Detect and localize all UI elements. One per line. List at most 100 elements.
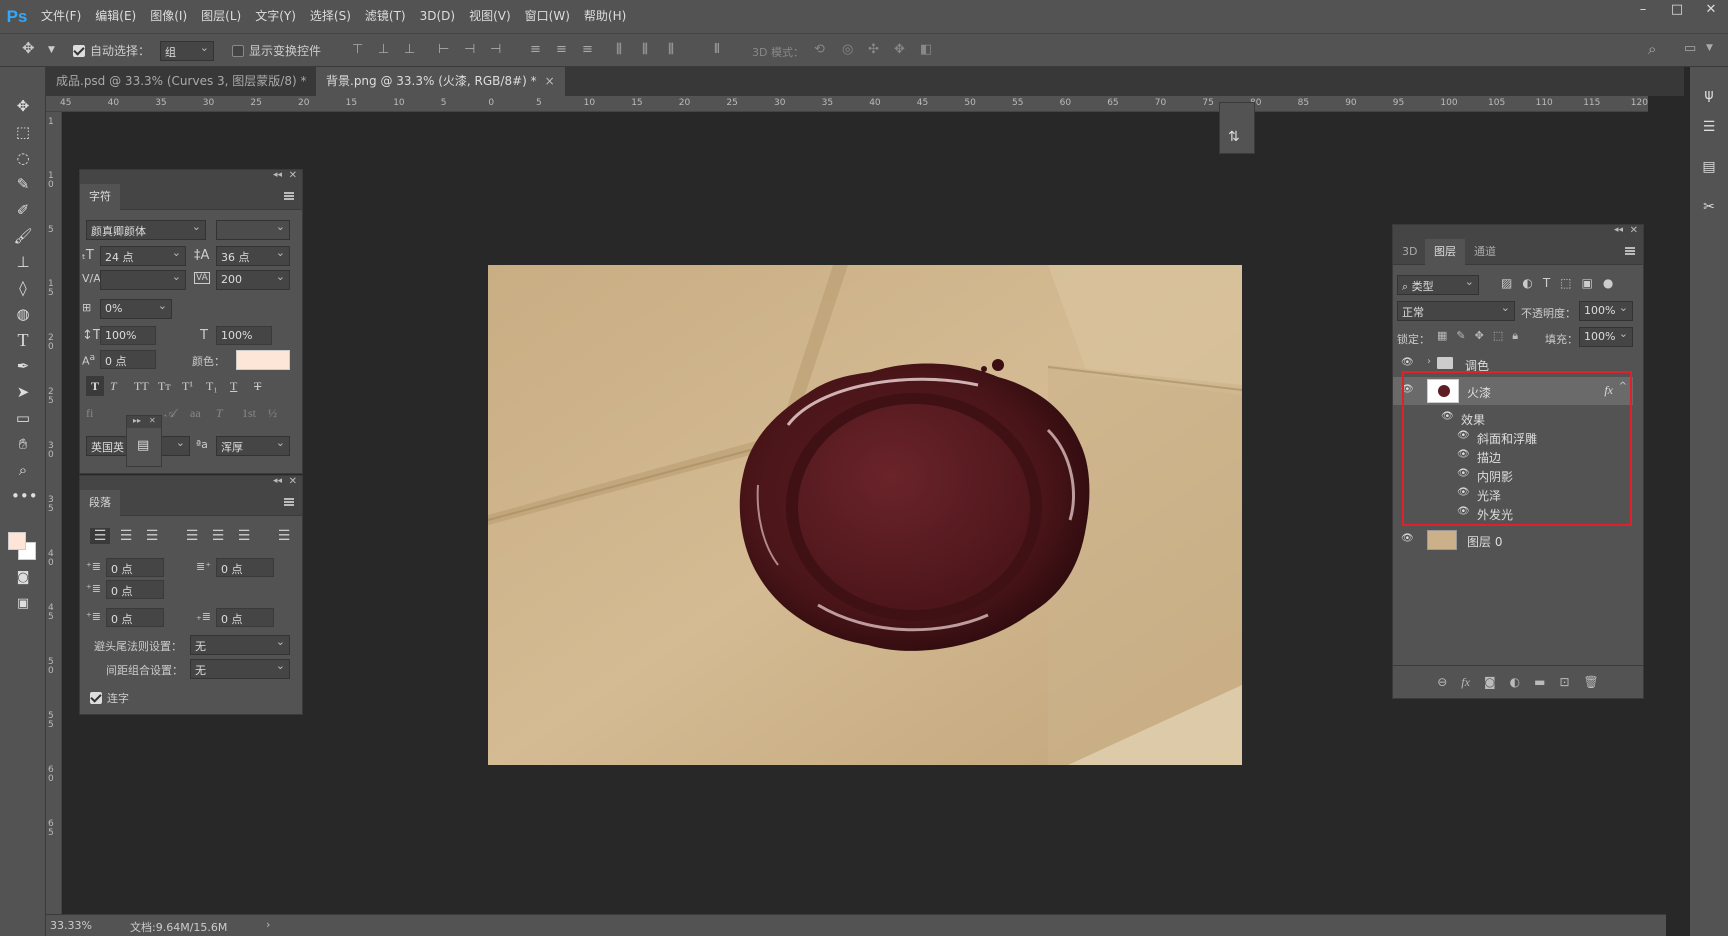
3d-rotate-icon[interactable]: ⟲: [814, 42, 825, 57]
wax-seal-image[interactable]: [488, 265, 1242, 765]
eyedropper-tool-icon[interactable]: ✐: [11, 199, 35, 221]
panel-menu-icon[interactable]: [1625, 247, 1635, 255]
align-vcenter-icon[interactable]: ⊥: [378, 42, 389, 57]
menu-image[interactable]: 图像(I): [143, 0, 194, 33]
3d-pan-icon[interactable]: ✣: [868, 42, 879, 57]
leading-dropdown[interactable]: 36 点: [216, 246, 290, 266]
auto-select-checkbox[interactable]: 自动选择：: [73, 42, 150, 59]
indent-left-field[interactable]: 0 点: [106, 558, 164, 577]
collapse-icon[interactable]: ◂◂: [273, 476, 282, 486]
rectangle-tool-icon[interactable]: ▭: [11, 407, 35, 429]
show-transform-checkbox[interactable]: 显示变换控件: [232, 42, 321, 59]
swash-icon[interactable]: 𝒜: [164, 406, 182, 428]
link-icon[interactable]: ⊖: [1437, 675, 1447, 689]
chevron-down-icon[interactable]: ▼: [1706, 43, 1713, 53]
foreground-color-swatch[interactable]: [8, 532, 26, 550]
menu-window[interactable]: 窗口(W): [518, 0, 577, 33]
menu-edit[interactable]: 编辑(E): [88, 0, 143, 33]
font-family-dropdown[interactable]: 颜真卿颜体: [86, 220, 206, 240]
tab-document-1[interactable]: 成品.psd @ 33.3% (Curves 3, 图层蒙版/8) *×: [46, 67, 335, 96]
tsume-dropdown[interactable]: 0%: [100, 299, 172, 319]
justify-left-icon[interactable]: ☰: [182, 528, 202, 544]
chevron-right-icon[interactable]: ›: [266, 918, 270, 931]
auto-align-icon[interactable]: ⦀: [714, 42, 720, 57]
panel-menu-icon[interactable]: [284, 192, 294, 200]
hyphenate-checkbox[interactable]: 连字: [90, 690, 129, 706]
eraser-tool-icon[interactable]: ◊: [11, 277, 35, 299]
zoom-tool-icon[interactable]: ⌕: [11, 459, 35, 481]
panel-menu-icon[interactable]: [284, 498, 294, 506]
ordinal-icon[interactable]: 1st: [242, 406, 260, 428]
quick-select-tool-icon[interactable]: ✎: [11, 173, 35, 195]
move-tool-icon[interactable]: ✥: [11, 95, 35, 117]
justify-center-icon[interactable]: ☰: [208, 528, 228, 544]
small-caps-icon[interactable]: Tᴛ: [158, 376, 176, 398]
menu-help[interactable]: 帮助(H): [577, 0, 633, 33]
align-center-icon[interactable]: ☰: [116, 528, 136, 544]
minimize-icon[interactable]: –: [1626, 0, 1660, 22]
tab-document-2[interactable]: 背景.png @ 33.3% (火漆, RGB/8#) * ×: [316, 67, 565, 96]
strikethrough-icon[interactable]: T: [254, 376, 272, 398]
space-after-field[interactable]: 0 点: [216, 608, 274, 627]
maximize-icon[interactable]: □: [1660, 0, 1694, 22]
tools-preset-icon[interactable]: ✂: [1698, 199, 1720, 221]
first-line-indent-field[interactable]: 0 点: [106, 580, 164, 599]
more-tools-icon[interactable]: •••: [11, 485, 38, 507]
3d-roll-icon[interactable]: ◎: [842, 42, 853, 57]
fill-dropdown[interactable]: 100%: [1579, 327, 1633, 347]
align-bottom-icon[interactable]: ⊥: [404, 42, 415, 57]
hand-tool-icon[interactable]: ✋︎: [11, 433, 35, 455]
superscript-icon[interactable]: T¹: [182, 376, 200, 398]
baseline-shift-field[interactable]: 0 点: [100, 350, 156, 369]
search-icon[interactable]: ⌕: [1648, 40, 1656, 58]
indent-right-field[interactable]: 0 点: [216, 558, 274, 577]
brush-tool-icon[interactable]: 🖌︎: [11, 225, 35, 247]
underline-icon[interactable]: T: [230, 376, 248, 398]
adjustment-layer-icon[interactable]: ◐: [1510, 675, 1520, 689]
zoom-level[interactable]: 33.33%: [50, 919, 92, 932]
workspace-icon[interactable]: ▭: [1684, 41, 1696, 56]
menu-view[interactable]: 视图(V): [462, 0, 518, 33]
quick-mask-icon[interactable]: ◙: [11, 567, 35, 589]
distribute-hcenter-icon[interactable]: ⫼: [642, 42, 648, 57]
kinsoku-dropdown[interactable]: 无: [190, 635, 290, 655]
new-layer-icon[interactable]: ⊡: [1559, 675, 1569, 689]
space-before-field[interactable]: 0 点: [106, 608, 164, 627]
align-left-icon[interactable]: ☰: [90, 528, 110, 544]
filter-type-icon[interactable]: T: [1543, 276, 1550, 290]
add-mask-icon[interactable]: ◙: [1484, 675, 1496, 689]
justify-all-icon[interactable]: ☰: [274, 528, 294, 544]
eye-icon[interactable]: 👁︎: [1401, 533, 1415, 545]
vertical-scale-field[interactable]: 100%: [100, 326, 156, 345]
pen-tool-icon[interactable]: ✒: [11, 355, 35, 377]
delete-icon[interactable]: 🗑︎: [1584, 675, 1599, 689]
collapse-icon[interactable]: ◂◂: [273, 170, 282, 180]
auto-select-dropdown[interactable]: 组: [160, 41, 214, 61]
tab-layers[interactable]: 图层: [1425, 239, 1465, 265]
filter-shape-icon[interactable]: ⬚: [1560, 276, 1571, 290]
all-caps-icon[interactable]: TT: [134, 376, 152, 398]
menu-file[interactable]: 文件(F): [34, 0, 88, 33]
brush-settings-icon[interactable]: ψ: [1698, 87, 1720, 109]
align-top-icon[interactable]: ⊤: [352, 42, 363, 57]
lock-artboard-icon[interactable]: ⬚: [1493, 329, 1503, 343]
align-left-icon[interactable]: ⊢: [438, 42, 449, 57]
filter-adjustment-icon[interactable]: ◐: [1522, 276, 1532, 290]
collapse-icon[interactable]: ◂◂: [1614, 225, 1623, 235]
menu-filter[interactable]: 滤镜(T): [358, 0, 413, 33]
menu-layer[interactable]: 图层(L): [194, 0, 248, 33]
subscript-icon[interactable]: T₁: [206, 376, 224, 398]
lock-all-icon[interactable]: 🔒︎: [1512, 329, 1518, 343]
align-hcenter-icon[interactable]: ⊣: [464, 42, 475, 57]
new-group-icon[interactable]: ▬: [1534, 675, 1545, 689]
menu-3d[interactable]: 3D(D): [413, 0, 462, 33]
mojikumi-dropdown[interactable]: 无: [190, 659, 290, 679]
add-style-icon[interactable]: fx: [1461, 675, 1470, 690]
font-style-dropdown[interactable]: [216, 220, 290, 240]
dodge-tool-icon[interactable]: ◍: [11, 303, 35, 325]
opacity-dropdown[interactable]: 100%: [1579, 301, 1633, 321]
layer-row[interactable]: 👁︎ 图层 0: [1393, 527, 1633, 553]
distribute-right-icon[interactable]: ⫼: [668, 42, 674, 57]
stylistic-icon[interactable]: aa: [190, 406, 208, 428]
font-size-dropdown[interactable]: 24 点: [100, 246, 186, 266]
